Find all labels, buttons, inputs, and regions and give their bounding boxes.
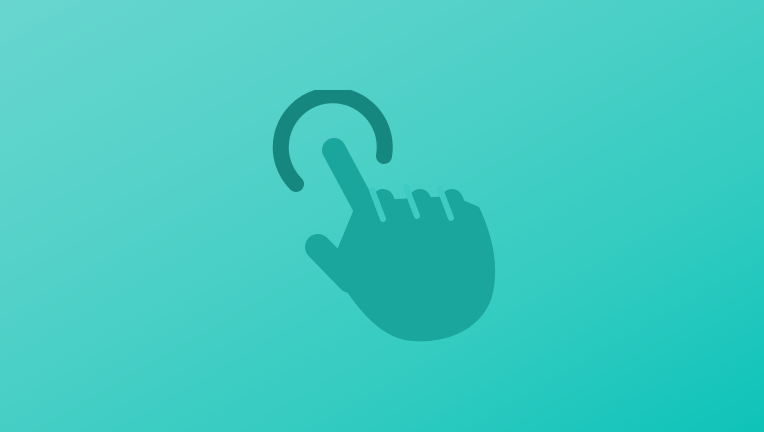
tap-gesture-icon — [270, 90, 500, 345]
background — [0, 0, 764, 432]
hand-shape — [305, 138, 496, 342]
